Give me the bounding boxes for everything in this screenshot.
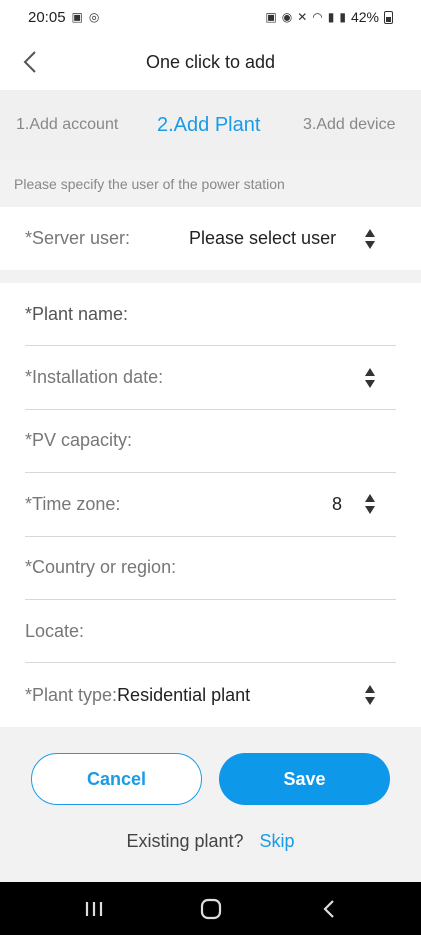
battery-level: 42% bbox=[350, 9, 379, 25]
plant-form: *Plant name: *Installation date: *PV cap… bbox=[0, 283, 421, 727]
locate-field[interactable]: Locate: bbox=[25, 600, 396, 664]
locate-label: Locate: bbox=[25, 620, 85, 641]
recent-apps-icon bbox=[85, 901, 103, 916]
server-user-label: *Server user: bbox=[25, 228, 131, 248]
cancel-button[interactable]: Cancel bbox=[31, 753, 202, 805]
signal-icon: ▮ bbox=[327, 10, 335, 24]
status-bar: 20:05 ▣ ◎ ▣ ◉ ✕ ◠ ▮ ▮ 42% bbox=[0, 0, 421, 34]
existing-plant-row: Existing plant? Skip bbox=[0, 831, 421, 852]
pv-capacity-label: *PV capacity: bbox=[25, 430, 133, 451]
hint-text: Please specify the user of the power sta… bbox=[0, 160, 421, 207]
plant-name-field[interactable]: *Plant name: bbox=[25, 283, 396, 347]
signal-2-icon: ▮ bbox=[339, 10, 346, 24]
step-add-device: 3.Add device bbox=[303, 116, 396, 133]
sort-arrows-icon bbox=[365, 367, 375, 388]
app-header: One click to add bbox=[0, 34, 421, 90]
server-user-row[interactable]: *Server user: Please select user bbox=[0, 207, 421, 270]
action-area: Cancel Save Existing plant? Skip bbox=[0, 727, 421, 882]
server-user-select[interactable]: Please select user bbox=[189, 228, 336, 249]
plant-name-label: *Plant name: bbox=[25, 303, 129, 324]
alarm-icon: ◉ bbox=[281, 10, 293, 24]
system-back-button[interactable] bbox=[299, 882, 359, 935]
sort-arrows-icon bbox=[365, 685, 375, 706]
skip-link[interactable]: Skip bbox=[260, 831, 295, 852]
section-gap bbox=[0, 270, 421, 283]
battery-icon bbox=[384, 10, 393, 24]
pv-capacity-field[interactable]: *PV capacity: bbox=[25, 410, 396, 474]
plant-type-value: Residential plant bbox=[117, 684, 251, 705]
lock-icon: ▣ bbox=[265, 10, 277, 24]
step-add-plant: 2.Add Plant bbox=[157, 113, 261, 136]
installation-date-field[interactable]: *Installation date: bbox=[25, 346, 396, 410]
plant-type-label: *Plant type: bbox=[25, 684, 118, 705]
gallery-notification-icon: ▣ bbox=[71, 10, 83, 24]
time-zone-label: *Time zone: bbox=[25, 493, 121, 514]
sort-arrows-icon bbox=[365, 494, 375, 515]
back-icon bbox=[323, 899, 334, 918]
existing-plant-question: Existing plant? bbox=[126, 831, 244, 851]
chevron-left-icon bbox=[23, 51, 36, 73]
time-zone-value: 8 bbox=[331, 493, 342, 514]
status-left: 20:05 ▣ ◎ bbox=[28, 9, 99, 26]
status-right: ▣ ◉ ✕ ◠ ▮ ▮ 42% bbox=[265, 9, 393, 25]
server-user-inner: *Server user: Please select user bbox=[25, 207, 396, 270]
installation-date-label: *Installation date: bbox=[25, 367, 164, 388]
recent-apps-button[interactable] bbox=[64, 882, 124, 935]
step-indicator: 1.Add account 2.Add Plant 3.Add device bbox=[0, 90, 421, 160]
country-field[interactable]: *Country or region: bbox=[25, 537, 396, 600]
status-time: 20:05 bbox=[28, 8, 66, 26]
mute-icon: ✕ bbox=[297, 10, 308, 24]
step-add-account: 1.Add account bbox=[16, 116, 119, 133]
wifi-icon: ◠ bbox=[312, 10, 323, 24]
home-button[interactable] bbox=[181, 882, 241, 935]
system-nav-bar bbox=[0, 882, 421, 935]
home-icon bbox=[200, 898, 222, 919]
back-button[interactable] bbox=[14, 44, 46, 80]
page-title: One click to add bbox=[145, 51, 276, 72]
plant-type-field[interactable]: *Plant type: Residential plant bbox=[25, 663, 396, 726]
save-button[interactable]: Save bbox=[219, 753, 390, 805]
sort-arrows-icon bbox=[365, 228, 375, 249]
viber-notification-icon: ◎ bbox=[88, 10, 100, 24]
time-zone-field[interactable]: *Time zone: 8 bbox=[25, 473, 396, 537]
country-label: *Country or region: bbox=[25, 557, 177, 578]
